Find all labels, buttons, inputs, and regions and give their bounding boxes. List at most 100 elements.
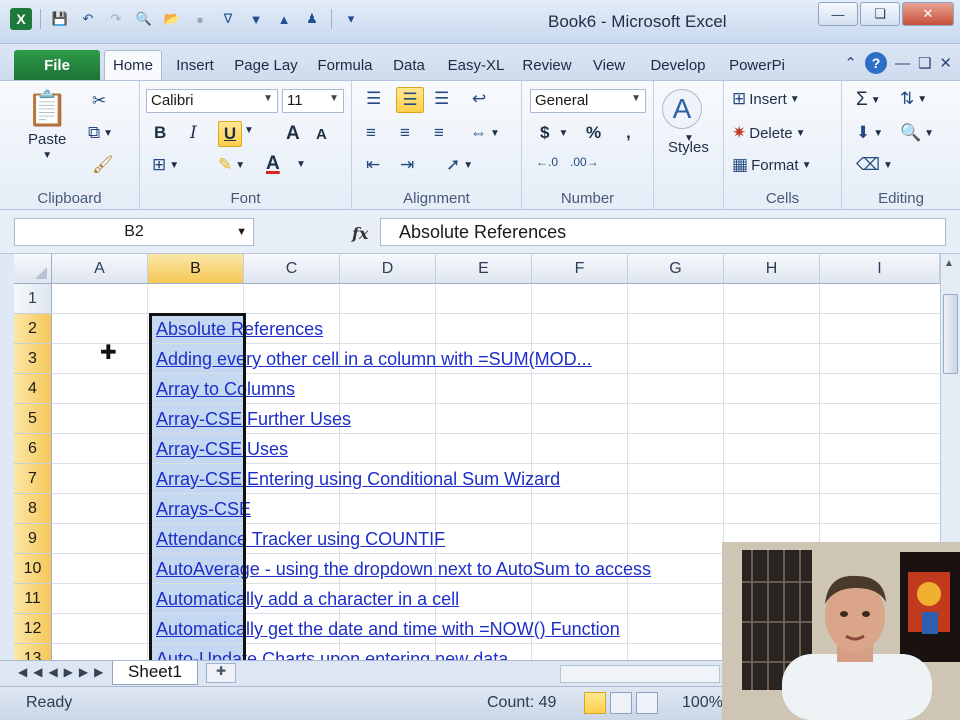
column-header-f[interactable]: F [532, 254, 628, 284]
tab-easy-xl[interactable]: Easy-XL [440, 50, 512, 80]
help-icon[interactable]: ? [864, 52, 887, 74]
row-header-7[interactable]: 7 [14, 464, 52, 494]
font-color-button[interactable]: A [266, 153, 280, 175]
paste-button[interactable]: 📋 Paste ▼ [26, 89, 68, 161]
underline-dropdown[interactable]: ▼ [244, 125, 254, 136]
underline-button[interactable]: U [218, 121, 242, 147]
row-header-5[interactable]: 5 [14, 404, 52, 434]
undo-icon[interactable]: ↶ [77, 8, 99, 30]
workbook-restore-icon[interactable]: ❏ [918, 54, 931, 72]
column-header-b[interactable]: B [148, 254, 244, 284]
grow-font-button[interactable]: A [286, 123, 300, 145]
tab-home[interactable]: Home [104, 50, 162, 80]
borders-button[interactable]: ⊞ ▼ [152, 155, 179, 175]
formula-input[interactable]: Absolute References [380, 218, 946, 246]
tab-data[interactable]: Data [386, 50, 432, 80]
open-folder-icon[interactable]: 📂 [161, 8, 183, 30]
page-break-view-button[interactable] [636, 692, 658, 714]
vertical-scroll-thumb[interactable] [943, 294, 958, 374]
row-header-10[interactable]: 10 [14, 554, 52, 584]
column-header-i[interactable]: I [820, 254, 940, 284]
styles-button[interactable]: A ▼ [662, 89, 702, 144]
tab-insert[interactable]: Insert [166, 50, 224, 80]
font-name-dropdown[interactable]: Calibri ▼ [146, 89, 278, 113]
tab-powerpivot[interactable]: PowerPi [720, 50, 794, 80]
increase-decimal-button[interactable]: ←.0 [536, 155, 558, 169]
row-header-2[interactable]: 2 [14, 314, 52, 344]
column-header-c[interactable]: C [244, 254, 340, 284]
sort-icon[interactable]: ▼ [245, 8, 267, 30]
select-all-button[interactable] [14, 254, 52, 284]
sheet-navigation-arrows[interactable]: ◀◀◀▶▶▶ [18, 665, 109, 679]
user-icon[interactable]: ♟ [301, 8, 323, 30]
up-arrow-icon[interactable]: ▲ [273, 8, 295, 30]
row-header-6[interactable]: 6 [14, 434, 52, 464]
tab-view[interactable]: View [586, 50, 632, 80]
page-layout-view-button[interactable] [610, 692, 632, 714]
column-header-h[interactable]: H [724, 254, 820, 284]
align-left-button[interactable]: ≡ [366, 123, 376, 143]
tab-review[interactable]: Review [516, 50, 578, 80]
number-format-dropdown[interactable]: General ▼ [530, 89, 646, 113]
row-header-12[interactable]: 12 [14, 614, 52, 644]
tab-page-layout[interactable]: Page Lay [230, 50, 302, 80]
insert-sheet-icon[interactable]: ✚ [206, 663, 236, 683]
horizontal-scrollbar[interactable] [560, 665, 720, 683]
italic-button[interactable]: I [190, 123, 197, 143]
tab-formulas[interactable]: Formula [308, 50, 382, 80]
delete-cells-button[interactable]: ✷ Delete ▼ [732, 123, 806, 143]
merge-center-button[interactable]: ⇔ ▼ [470, 123, 500, 143]
tab-developer[interactable]: Develop [642, 50, 714, 80]
shrink-font-button[interactable]: A [316, 126, 327, 143]
middle-align-button[interactable]: ☰ [396, 87, 424, 113]
bold-button[interactable]: B [154, 123, 166, 143]
orientation-button[interactable]: ➚ ▼ [446, 155, 473, 175]
name-box[interactable]: B2 ▼ [14, 218, 254, 246]
column-header-e[interactable]: E [436, 254, 532, 284]
row-header-1[interactable]: 1 [14, 284, 52, 314]
top-align-button[interactable]: ☰ [366, 89, 381, 109]
wrap-text-button[interactable]: ↩ [472, 89, 486, 109]
format-cells-button[interactable]: ▦ Format ▼ [732, 155, 811, 175]
row-header-11[interactable]: 11 [14, 584, 52, 614]
increase-indent-button[interactable]: ⇥ [400, 155, 414, 175]
workbook-minimize-icon[interactable]: — [895, 55, 910, 72]
format-painter-button[interactable]: 🖌 [92, 155, 114, 175]
sort-filter-button[interactable]: ⇅ ▼ [900, 89, 927, 109]
print-preview-icon[interactable]: 🔍 [133, 8, 155, 30]
column-header-d[interactable]: D [340, 254, 436, 284]
percent-button[interactable]: % [586, 123, 601, 143]
workbook-close-icon[interactable]: ✕ [939, 54, 952, 72]
zoom-level[interactable]: 100% [682, 694, 723, 712]
insert-function-button[interactable]: fx [352, 224, 368, 243]
autosum-button[interactable]: Σ ▼ [856, 89, 881, 111]
column-header-a[interactable]: A [52, 254, 148, 284]
copy-button[interactable]: ⧉ ▼ [88, 123, 113, 143]
close-button[interactable]: ✕ [902, 2, 954, 26]
insert-cells-button[interactable]: ⊞ Insert ▼ [732, 89, 800, 109]
font-color-dropdown[interactable]: ▼ [296, 159, 306, 170]
customize-qat-icon[interactable]: ▾ [340, 8, 362, 30]
currency-button[interactable]: $ ▼ [540, 123, 568, 143]
scroll-up-icon[interactable]: ▲ [944, 258, 954, 269]
redo-icon[interactable]: ↷ [105, 8, 127, 30]
normal-view-button[interactable] [584, 692, 606, 714]
bottom-align-button[interactable]: ☰ [434, 89, 449, 109]
cut-button[interactable]: ✂ [92, 91, 106, 111]
align-right-button[interactable]: ≡ [434, 123, 444, 143]
row-header-9[interactable]: 9 [14, 524, 52, 554]
decrease-indent-button[interactable]: ⇤ [366, 155, 380, 175]
row-header-8[interactable]: 8 [14, 494, 52, 524]
find-select-button[interactable]: 🔍 ▼ [900, 123, 934, 143]
tab-file[interactable]: File [14, 50, 100, 80]
font-size-dropdown[interactable]: 11 ▼ [282, 89, 344, 113]
excel-logo-icon[interactable]: X [10, 8, 32, 30]
row-header-4[interactable]: 4 [14, 374, 52, 404]
fill-color-button[interactable]: ✎ ▼ [218, 155, 245, 175]
sheet-tab-sheet1[interactable]: Sheet1 [112, 661, 198, 685]
filter-icon[interactable]: ∇ [217, 8, 239, 30]
align-center-button[interactable]: ≡ [400, 123, 410, 143]
save-icon[interactable]: 💾 [49, 8, 71, 30]
circle-icon[interactable]: ● [189, 8, 211, 30]
decrease-decimal-button[interactable]: .00→ [570, 155, 599, 169]
